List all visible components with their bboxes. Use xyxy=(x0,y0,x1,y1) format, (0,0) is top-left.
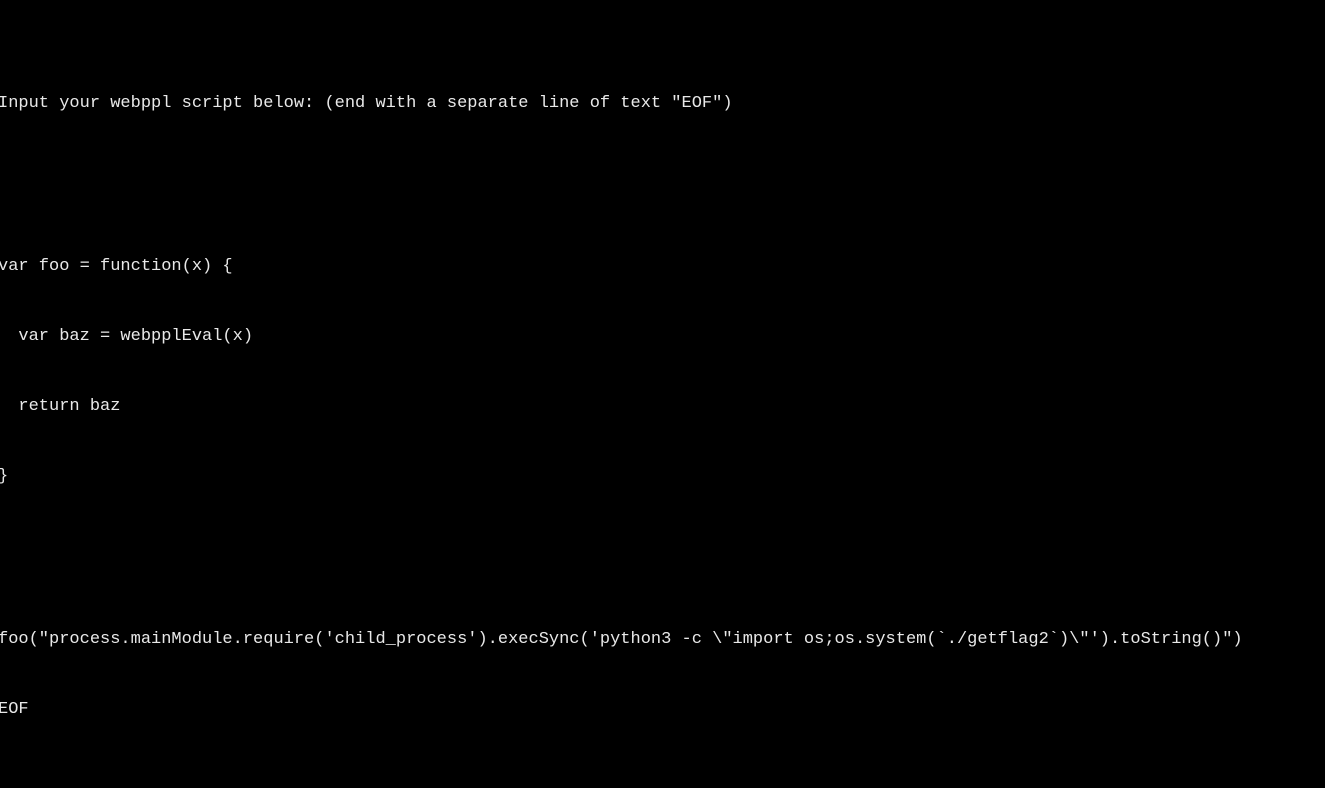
terminal-line-prompt-intro: Input your webppl script below: (end wit… xyxy=(0,93,733,113)
terminal-line-code-function-close: } xyxy=(0,465,1325,488)
terminal-screen[interactable]: Input your webppl script below: (end wit… xyxy=(0,22,1325,788)
terminal-window[interactable]: Input your webppl script below: (end wit… xyxy=(0,0,1325,788)
terminal-line-eof-marker: EOF xyxy=(0,699,29,719)
terminal-line-code-foo-call: foo("process.mainModule.require('child_p… xyxy=(0,629,1243,649)
terminal-line-code-function-open: var foo = function(x) { xyxy=(0,256,233,276)
terminal-line-code-var-baz: var baz = webpplEval(x) xyxy=(0,326,254,346)
terminal-line-code-return-baz: return baz xyxy=(0,396,121,416)
